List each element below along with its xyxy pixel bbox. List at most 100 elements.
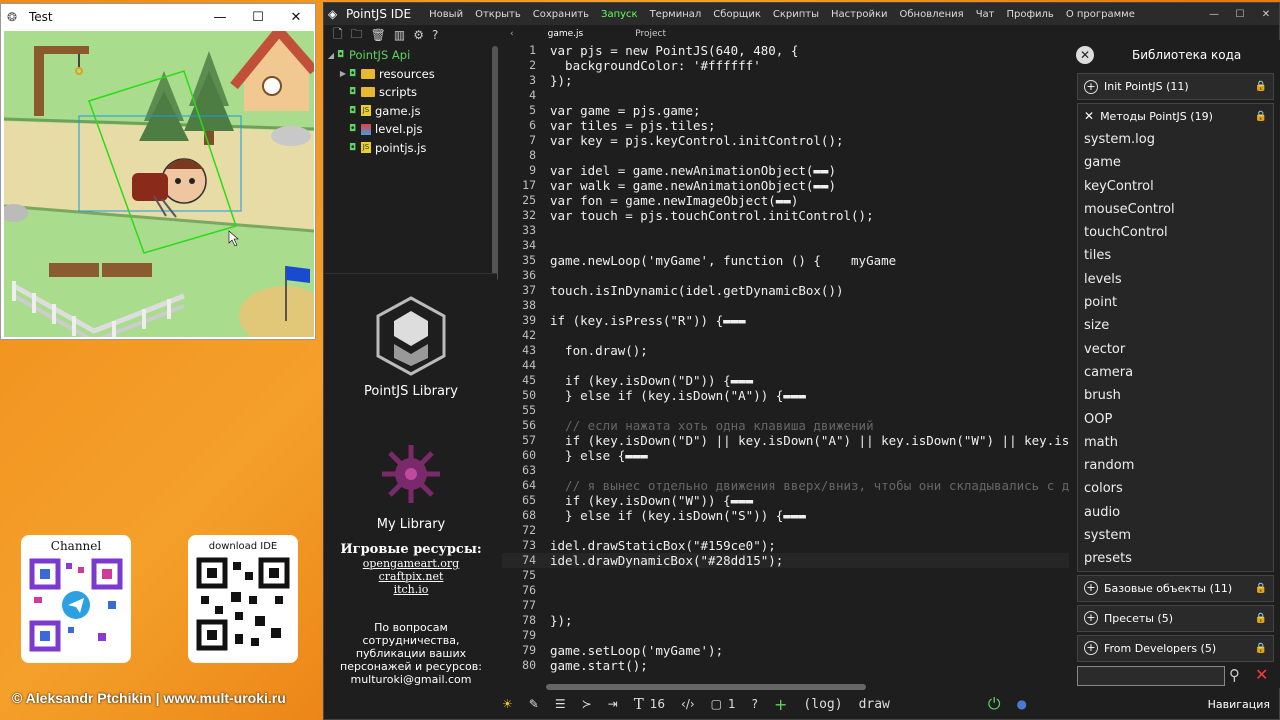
method-item[interactable]: point <box>1078 291 1273 314</box>
new-folder-icon[interactable]: 🗀 <box>351 25 363 46</box>
code-line[interactable]: 3}); <box>502 73 1069 88</box>
code-line[interactable]: 56 // если нажата хоть одна клавиша движ… <box>502 418 1069 433</box>
tree-scrollbar[interactable] <box>492 46 498 281</box>
sliders-icon[interactable]: ☰ <box>555 697 566 711</box>
menu-updates[interactable]: Обновления <box>894 9 970 20</box>
code-line[interactable]: 38 <box>502 298 1069 313</box>
code-line[interactable]: 43 fon.draw(); <box>502 343 1069 358</box>
code-line[interactable]: 79 game.setLoop('myGame'); <box>502 643 1069 658</box>
window-count[interactable]: 1 <box>728 697 736 711</box>
ide-minimize-button[interactable]: — <box>1201 9 1227 20</box>
code-line[interactable]: 80 game.start(); <box>502 658 1069 673</box>
link-opengameart[interactable]: opengameart.org <box>325 557 497 570</box>
code-line[interactable]: 25 var fon = game.newImageObject(▬▬) <box>502 193 1069 208</box>
method-item[interactable]: levels <box>1078 268 1273 291</box>
my-library-label[interactable]: My Library <box>325 517 497 532</box>
method-item[interactable]: vector <box>1078 338 1273 361</box>
code-line[interactable]: 6 var tiles = pjs.tiles; <box>502 118 1069 133</box>
code-line[interactable]: 36 <box>502 268 1069 283</box>
tree-root[interactable]: ◢ ◘ PointJS Api <box>325 46 500 65</box>
library-search-input[interactable] <box>1077 666 1225 686</box>
log-snippet[interactable]: (log) <box>803 697 842 712</box>
code-line[interactable]: 78}); <box>502 613 1069 628</box>
method-item[interactable]: random <box>1078 454 1273 477</box>
code-line[interactable]: 7 var key = pjs.keyControl.initControl(); <box>502 133 1069 148</box>
code-line[interactable]: 72 <box>502 523 1069 538</box>
code-line[interactable]: 1 var pjs = new PointJS(640, 480, { <box>502 43 1069 58</box>
code-line[interactable]: 17 var walk = game.newAnimationObject(▬▬) <box>502 178 1069 193</box>
method-item[interactable]: tiles <box>1078 244 1273 267</box>
edit-icon[interactable]: ✎ <box>529 697 539 711</box>
pointjs-library-label[interactable]: PointJS Library <box>325 384 497 399</box>
code-line[interactable]: 34 <box>502 238 1069 253</box>
method-item[interactable]: mouseControl <box>1078 198 1273 221</box>
tree-item-pointjs-js[interactable]: ◘ JS pointjs.js <box>325 139 500 158</box>
add-icon[interactable]: + <box>774 695 787 714</box>
tree-item-level-pjs[interactable]: ◘ level.pjs <box>325 120 500 139</box>
theme-toggle-icon[interactable]: ☀ <box>502 697 513 711</box>
tree-item-game-js[interactable]: ◘ JS game.js <box>325 102 500 121</box>
navigation-button[interactable]: Навигация <box>1208 698 1270 711</box>
method-item[interactable]: system <box>1078 524 1273 547</box>
code-line[interactable]: 2 backgroundColor: '#ffffff' <box>502 58 1069 73</box>
code-line[interactable]: 77 <box>502 598 1069 613</box>
menu-chat[interactable]: Чат <box>970 9 1001 20</box>
collapse-icon[interactable]: ✕ <box>1084 109 1094 123</box>
code-line[interactable]: 44 <box>502 358 1069 373</box>
coop-email[interactable]: multuroki@gmail.com <box>325 673 497 686</box>
code-line[interactable]: 35 game.newLoop('myGame', function () { m… <box>502 253 1069 268</box>
code-line[interactable]: 73 idel.drawStaticBox("#159ce0"); <box>502 538 1069 553</box>
menu-open[interactable]: Открыть <box>469 9 527 20</box>
menu-about[interactable]: О программе <box>1060 9 1141 20</box>
code-line[interactable]: 55 <box>502 403 1069 418</box>
minimize-button[interactable]: — <box>201 10 239 25</box>
help-icon[interactable]: ? <box>752 697 758 711</box>
code-line[interactable]: 33 <box>502 223 1069 238</box>
link-craftpix[interactable]: craftpix.net <box>325 570 497 583</box>
code-line[interactable]: 4 <box>502 88 1069 103</box>
power-icon[interactable]: ⏻ <box>988 694 1001 714</box>
code-line[interactable]: 63 <box>502 463 1069 478</box>
code-line[interactable]: 75 <box>502 568 1069 583</box>
tree-item-resources[interactable]: ▶ ◘ resources <box>325 65 500 84</box>
method-item[interactable]: presets <box>1078 547 1273 570</box>
ide-close-button[interactable]: ✕ <box>1253 9 1279 20</box>
code-line[interactable]: 60 } else {▬▬▬ <box>502 448 1069 463</box>
code-line[interactable]: 64 // я вынес отдельно движения вверх/вн… <box>502 478 1069 493</box>
tab-game-js[interactable]: game.js <box>522 29 610 39</box>
group-from-developers[interactable]: + From Developers (5) 🔒 <box>1077 634 1274 662</box>
close-button[interactable]: ✕ <box>277 10 315 25</box>
group-presets[interactable]: + Пресеты (5) 🔒 <box>1077 604 1274 632</box>
close-library-button[interactable]: ✕ <box>1076 46 1094 64</box>
game-canvas[interactable] <box>4 31 314 337</box>
method-item[interactable]: audio <box>1078 501 1273 524</box>
menu-settings[interactable]: Настройки <box>825 9 893 20</box>
method-item[interactable]: brush <box>1078 384 1273 407</box>
code-line[interactable]: 79 <box>502 628 1069 643</box>
method-item[interactable]: touchControl <box>1078 221 1273 244</box>
expand-arrow-icon[interactable]: ▶ <box>337 69 349 78</box>
method-item[interactable]: keyControl <box>1078 175 1273 198</box>
tab-project[interactable]: Project <box>609 29 692 39</box>
code-line[interactable]: 37 touch.isInDynamic(idel.getDynamicBox()… <box>502 283 1069 298</box>
my-library-icon[interactable] <box>376 439 446 509</box>
tree-item-scripts[interactable]: ◘ scripts <box>325 83 500 102</box>
window-icon[interactable]: ▢ <box>711 697 722 711</box>
draw-snippet[interactable]: draw <box>859 697 890 712</box>
menu-scripts[interactable]: Скрипты <box>767 9 825 20</box>
code-line[interactable]: 45 if (key.isDown("D")) {▬▬▬ <box>502 373 1069 388</box>
code-line[interactable]: 5 var game = pjs.game; <box>502 103 1069 118</box>
maximize-button[interactable]: ☐ <box>239 10 277 25</box>
menu-profile[interactable]: Профиль <box>1001 9 1060 20</box>
method-item[interactable]: game <box>1078 151 1273 174</box>
code-line[interactable]: 8 <box>502 148 1069 163</box>
code-line[interactable]: 9 var idel = game.newAnimationObject(▬▬) <box>502 163 1069 178</box>
book-icon[interactable]: ▥ <box>394 28 405 42</box>
link-itchio[interactable]: itch.io <box>325 583 497 596</box>
code-line[interactable]: 57 if (key.isDown("D") || key.isDown("A"… <box>502 433 1069 448</box>
font-icon[interactable]: T <box>634 695 644 713</box>
method-item[interactable]: camera <box>1078 361 1273 384</box>
collapse-arrow-icon[interactable]: ◢ <box>325 51 337 60</box>
clear-search-icon[interactable]: ✕ <box>1255 665 1268 684</box>
tabs-left-arrow-icon[interactable]: ‹ <box>502 29 522 39</box>
